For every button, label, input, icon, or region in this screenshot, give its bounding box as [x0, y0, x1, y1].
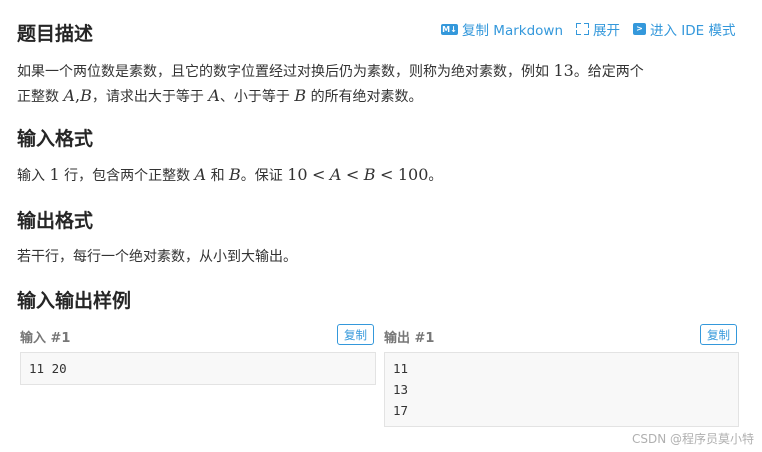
- enter-ide-label: 进入 IDE 模式: [650, 23, 736, 39]
- sample-output-box: 11 13 17: [384, 352, 739, 427]
- expand-button[interactable]: 展开: [576, 19, 620, 39]
- watermark: CSDN @程序员莫小特: [631, 432, 754, 446]
- copy-output-button[interactable]: 复制: [700, 324, 737, 345]
- output-format-heading: 输出格式: [17, 210, 94, 232]
- samples-heading: 输入输出样例: [17, 290, 132, 312]
- sample-output-line: 13: [393, 382, 409, 397]
- sample-output-line: 11: [393, 361, 409, 376]
- problem-description-heading: 题目描述: [17, 23, 94, 45]
- input-format-heading: 输入格式: [17, 128, 94, 150]
- sample-output-line: 17: [393, 403, 409, 418]
- copy-input-button[interactable]: 复制: [337, 324, 374, 345]
- copy-markdown-button[interactable]: M↓ 复制 Markdown: [441, 19, 563, 39]
- terminal-icon: >: [633, 23, 647, 35]
- output-format-text: 若干行，每行一个绝对素数，从小到大输出。: [17, 249, 297, 265]
- markdown-icon: M↓: [441, 23, 458, 35]
- problem-description-text: 如果一个两位数是素数，且它的数字位置经过对换后仍为素数，则称为绝对素数，例如 1…: [17, 61, 644, 105]
- sample-output-label: 输出 #1: [384, 331, 435, 346]
- input-format-text: 输入 1 行，包含两个正整数 A 和 B。保证 10 < A < B < 100…: [17, 165, 443, 184]
- expand-label: 展开: [593, 23, 621, 39]
- sample-input-label: 输入 #1: [20, 331, 71, 346]
- copy-markdown-label: 复制 Markdown: [462, 23, 564, 39]
- problem-toolbar: M↓ 复制 Markdown 展开 > 进入 IDE 模式: [441, 19, 736, 39]
- sample-input-box: 11 20: [20, 352, 376, 385]
- sample-input-line: 11 20: [29, 361, 67, 376]
- enter-ide-button[interactable]: > 进入 IDE 模式: [633, 19, 736, 39]
- expand-icon: [576, 23, 590, 35]
